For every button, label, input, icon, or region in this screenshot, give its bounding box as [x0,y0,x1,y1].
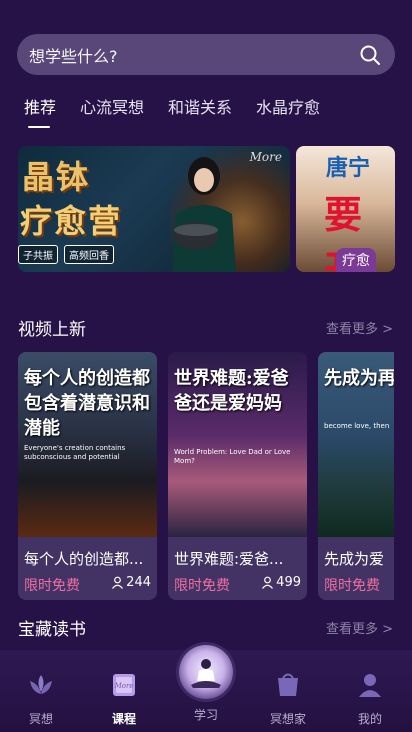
banner-tag: 子共振 [18,245,58,264]
section-title-books: 宝藏读书 [18,620,86,640]
search-placeholder: 想学些什么? [29,46,118,66]
video-title: 每个人的创造都... [24,550,144,568]
video-thumbnail: 先成为再给 become love, then [318,352,394,537]
banner-more-logo: More [249,150,282,164]
see-more-books-link[interactable]: 查看更多 > [326,618,393,637]
tabbar-item-meditation[interactable]: 冥想 [11,672,71,727]
price-label: 限时免费 [24,578,80,594]
tab-crystal-healing[interactable]: 水晶疗愈 [256,94,320,128]
viewer-count: 499 [261,575,301,590]
tabbar-label: 我的 [357,712,382,726]
viewer-count-value: 499 [276,575,301,590]
presenter-image [172,157,236,272]
banner-tag: 高频回香 [64,245,114,264]
video-card[interactable]: 世界难题:爱爸爸还是爱妈妈 World Problem: Love Dad or… [168,352,307,600]
see-more-videos-link[interactable]: 查看更多 > [326,318,393,337]
thumbnail-subtitle: World Problem: Love Dad or Love Mom? [174,448,291,465]
thumbnail-caption: 每个人的创造都包含着潜意识和潜能 [24,368,150,439]
section-title-new-videos: 视频上新 [18,320,86,340]
thumbnail-caption: 世界难题:爱爸爸还是爱妈妈 [174,368,289,414]
video-thumbnail: 世界难题:爱爸爸还是爱妈妈 World Problem: Love Dad or… [168,352,307,537]
tabbar-item-mine[interactable]: 我的 [340,672,400,727]
banner2-title: 唐宁 [326,155,371,181]
banner-second[interactable]: 唐宁 要开 疗愈 [296,146,395,272]
tab-recommend[interactable]: 推荐 [24,94,56,128]
video-thumbnail: 每个人的创造都包含着潜意识和潜能 Everyone's creation con… [18,352,157,537]
banner2-tag: 疗愈 [336,248,376,272]
bag-icon [278,673,298,696]
tabbar-item-course[interactable]: More 课程 [94,672,154,727]
banner-title-line2: 疗愈营 [20,202,123,240]
tabbar-label: 冥想 [28,712,53,726]
viewer-count: 244 [111,575,151,590]
course-book-icon: More [113,674,135,696]
tab-flow-meditation[interactable]: 心流冥想 [80,94,144,128]
thumbnail-caption: 先成为再给 [324,368,394,389]
category-tabs: 推荐 心流冥想 和谐关系 水晶疗愈 [24,94,344,128]
tabbar-label: 学习 [193,708,218,722]
lotus-icon [30,675,52,694]
video-card-list: 每个人的创造都包含着潜意识和潜能 Everyone's creation con… [18,352,394,600]
thumbnail-subtitle: become love, then [324,422,390,430]
price-label: 限时免费 [174,578,230,594]
tabbar-label: 冥想家 [269,712,306,726]
user-icon [359,674,381,697]
banner-carousel[interactable]: 晶钵 疗愈营 子共振 高频回香 More 唐宁 要开 疗愈 [18,146,395,272]
svg-text:More: More [114,682,134,690]
thumbnail-subtitle: Everyone's creation contains subconsciou… [24,444,126,461]
banner-title-line1: 晶钵 [22,158,91,196]
user-icon [262,576,274,589]
video-title: 先成为爱 [324,550,385,568]
viewer-count-value: 244 [126,575,151,590]
tabbar-item-meditators[interactable]: 冥想家 [258,672,318,727]
video-title: 世界难题:爱爸... [174,550,284,568]
search-bar[interactable]: 想学些什么? [17,34,395,75]
video-card[interactable]: 每个人的创造都包含着潜意识和潜能 Everyone's creation con… [18,352,157,600]
user-icon [112,576,124,589]
video-card[interactable]: 先成为再给 become love, then 先成为爱 限时免费 [318,352,394,600]
search-icon[interactable] [359,44,381,66]
price-label: 限时免费 [324,578,380,594]
tabbar-label: 课程 [111,712,136,726]
banner-crystal-bowl[interactable]: 晶钵 疗愈营 子共振 高频回香 More [18,146,290,272]
tab-harmonious-relations[interactable]: 和谐关系 [168,94,232,128]
study-center-button[interactable] [179,645,233,699]
meditating-person-icon [191,659,221,688]
